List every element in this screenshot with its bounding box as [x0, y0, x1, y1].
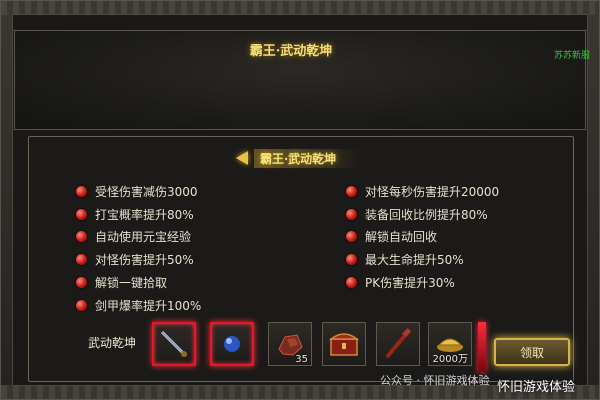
- reward-slot-sword[interactable]: [152, 322, 196, 366]
- red-bullet-icon: [76, 254, 87, 266]
- list-item: 受怪伤害减伤3000: [76, 180, 201, 203]
- benefit-text: 对怪伤害提升50%: [95, 253, 194, 268]
- list-item: 打宝概率提升80%: [76, 203, 201, 226]
- benefit-text: PK伤害提升30%: [365, 276, 455, 291]
- red-bullet-icon: [76, 277, 87, 289]
- benefit-text: 解锁一键拾取: [95, 276, 168, 291]
- item-count: 35: [295, 354, 308, 365]
- right-benefit-list: 对怪每秒伤害提升20000 装备回收比例提升80% 解锁自动回收 最大生命提升5…: [346, 180, 499, 294]
- benefit-text: 受怪伤害减伤3000: [95, 184, 198, 199]
- list-item: 对怪伤害提升50%: [76, 248, 201, 271]
- header-title: 霸王·武动乾坤: [249, 44, 333, 59]
- reward-slot-staff[interactable]: [376, 322, 420, 366]
- benefit-text: 对怪每秒伤害提升20000: [365, 184, 500, 199]
- red-bullet-icon: [76, 231, 87, 243]
- list-item: 解锁自动回收: [346, 226, 499, 249]
- sword-icon: [160, 330, 188, 358]
- benefit-text: 自动使用元宝经验: [95, 230, 192, 245]
- red-bullet-icon: [346, 208, 357, 220]
- red-bullet-icon: [346, 231, 357, 243]
- reward-label: 武动乾坤: [88, 336, 137, 350]
- claim-button[interactable]: 领取: [494, 338, 570, 366]
- left-benefit-list: 受怪伤害减伤3000 打宝概率提升80% 自动使用元宝经验 对怪伤害提升50% …: [76, 180, 201, 317]
- list-item: 最大生命提升50%: [346, 248, 499, 271]
- list-item: PK伤害提升30%: [346, 271, 499, 294]
- red-bullet-icon: [76, 208, 87, 220]
- reward-slot-chest[interactable]: [322, 322, 366, 366]
- benefit-text: 装备回收比例提升80%: [365, 207, 488, 222]
- treasure-chest-icon: [328, 333, 360, 356]
- red-bullet-icon: [346, 254, 357, 266]
- panel-subtitle-text: 霸王·武动乾坤: [254, 148, 363, 168]
- benefit-text: 最大生命提升50%: [365, 253, 464, 268]
- red-bullet-icon: [346, 185, 357, 197]
- red-bullet-icon: [76, 185, 87, 197]
- item-count: 2000万: [432, 354, 468, 365]
- claim-side-glow: [478, 322, 486, 372]
- list-item: 解锁一键拾取: [76, 271, 201, 294]
- panel-subtitle: 霸王·武动乾坤: [236, 148, 363, 168]
- reward-slot-ore[interactable]: 35: [268, 322, 312, 366]
- frame-top-border: [1, 1, 599, 15]
- blue-orb-icon: [224, 336, 240, 352]
- list-item: 自动使用元宝经验: [76, 226, 201, 249]
- reward-slot-orb[interactable]: [210, 322, 254, 366]
- server-tag: 苏苏新服: [554, 51, 591, 61]
- red-staff-icon: [385, 328, 412, 359]
- list-item: 装备回收比例提升80%: [346, 203, 499, 226]
- benefit-text: 打宝概率提升80%: [95, 207, 194, 222]
- watermark-source: 公众号 · 怀旧游戏体验: [380, 374, 490, 387]
- red-bullet-icon: [76, 299, 87, 311]
- red-bullet-icon: [346, 277, 357, 289]
- arrow-left-icon: [236, 151, 248, 165]
- benefit-text: 剑甲爆率提升100%: [95, 298, 202, 313]
- watermark-brand: 怀旧游戏体验: [497, 380, 576, 395]
- list-item: 剑甲爆率提升100%: [76, 294, 201, 317]
- list-item: 对怪每秒伤害提升20000: [346, 180, 499, 203]
- benefit-text: 解锁自动回收: [365, 230, 438, 245]
- reward-slot-gold[interactable]: 2000万: [428, 322, 472, 366]
